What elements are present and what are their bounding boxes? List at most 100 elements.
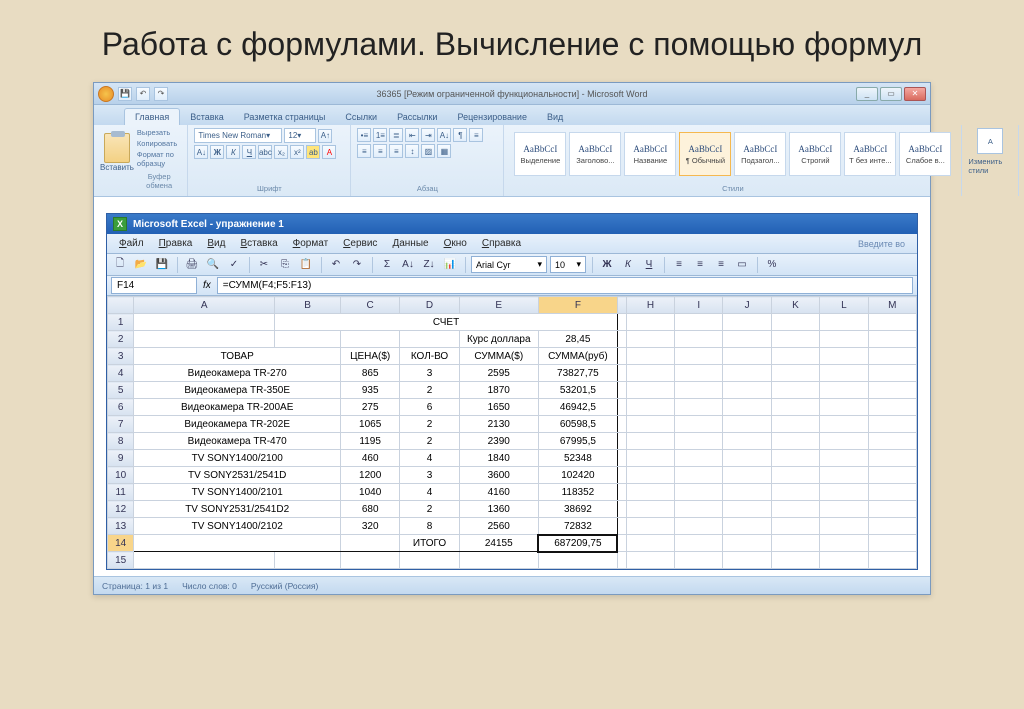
cell[interactable] <box>868 331 916 348</box>
cell[interactable] <box>723 467 771 484</box>
cell[interactable]: 460 <box>341 450 400 467</box>
cell[interactable]: 8 <box>400 518 459 535</box>
col-header[interactable]: F <box>538 297 617 314</box>
tab-insert[interactable]: Вставка <box>180 109 233 125</box>
row-header[interactable]: 7 <box>108 416 134 433</box>
minimize-button[interactable]: _ <box>856 87 878 101</box>
cell[interactable]: 935 <box>341 382 400 399</box>
chart-icon[interactable]: 📊 <box>441 256 459 274</box>
cell[interactable] <box>675 552 723 569</box>
cell[interactable] <box>723 382 771 399</box>
cell[interactable] <box>617 416 626 433</box>
copy-button[interactable]: Копировать <box>137 139 181 148</box>
change-styles-button[interactable]: A Изменить стили <box>968 128 1012 175</box>
cell[interactable] <box>675 501 723 518</box>
cell[interactable]: Курс доллара <box>459 331 538 348</box>
cell[interactable]: 38692 <box>538 501 617 518</box>
cell[interactable] <box>675 314 723 331</box>
office-button-icon[interactable] <box>98 86 114 102</box>
cell[interactable]: 1200 <box>341 467 400 484</box>
cell[interactable] <box>617 331 626 348</box>
cell[interactable] <box>538 552 617 569</box>
cell[interactable] <box>626 535 674 552</box>
print-icon[interactable]: 🖨 <box>183 256 201 274</box>
cell[interactable]: TV SONY1400/2100 <box>134 450 341 467</box>
row-header[interactable]: 8 <box>108 433 134 450</box>
align-left-button[interactable]: ≡ <box>469 128 483 142</box>
cell[interactable] <box>868 535 916 552</box>
cell[interactable] <box>868 552 916 569</box>
col-header[interactable]: J <box>723 297 771 314</box>
cell[interactable] <box>723 484 771 501</box>
cell[interactable] <box>626 331 674 348</box>
cell[interactable]: ЦЕНА($) <box>341 348 400 365</box>
cell[interactable] <box>341 331 400 348</box>
cell[interactable] <box>868 314 916 331</box>
cell[interactable]: ТОВАР <box>134 348 341 365</box>
cell[interactable]: 2 <box>400 416 459 433</box>
cell[interactable] <box>341 552 400 569</box>
cell[interactable] <box>820 331 868 348</box>
cell[interactable]: 1065 <box>341 416 400 433</box>
cell[interactable] <box>820 382 868 399</box>
redo-icon[interactable]: ↷ <box>348 256 366 274</box>
cell[interactable] <box>675 467 723 484</box>
qat-redo-icon[interactable]: ↷ <box>154 87 168 101</box>
cell[interactable]: 52348 <box>538 450 617 467</box>
cell[interactable] <box>820 348 868 365</box>
spell-icon[interactable]: ✓ <box>225 256 243 274</box>
cell[interactable]: 28,45 <box>538 331 617 348</box>
cell[interactable]: 2 <box>400 433 459 450</box>
cell[interactable]: 73827,75 <box>538 365 617 382</box>
cell[interactable] <box>626 518 674 535</box>
cell[interactable]: 2390 <box>459 433 538 450</box>
cell[interactable]: 1360 <box>459 501 538 518</box>
shading-button[interactable]: ▨ <box>421 144 435 158</box>
col-header[interactable]: M <box>868 297 916 314</box>
sort-button[interactable]: A↓ <box>437 128 451 142</box>
excel-menu-вставка[interactable]: Вставка <box>234 236 283 251</box>
cell[interactable]: СУММА(руб) <box>538 348 617 365</box>
cell[interactable] <box>626 501 674 518</box>
cell[interactable]: ИТОГО <box>400 535 459 552</box>
cell[interactable] <box>617 518 626 535</box>
style-tile[interactable]: AaBbCcIНазвание <box>624 132 676 176</box>
cell[interactable] <box>723 399 771 416</box>
cell[interactable] <box>820 535 868 552</box>
cell[interactable]: TV SONY1400/2102 <box>134 518 341 535</box>
tb-align-right-icon[interactable]: ≡ <box>712 256 730 274</box>
cell[interactable] <box>771 501 819 518</box>
tab-references[interactable]: Ссылки <box>335 109 387 125</box>
cell[interactable] <box>771 365 819 382</box>
cell[interactable]: 1840 <box>459 450 538 467</box>
cell[interactable] <box>723 365 771 382</box>
font-name-select[interactable]: Times New Roman ▾ <box>194 128 282 143</box>
font-color-button[interactable]: A <box>322 145 336 159</box>
cell[interactable] <box>868 365 916 382</box>
cell[interactable] <box>675 399 723 416</box>
cell[interactable] <box>617 501 626 518</box>
cell[interactable] <box>626 552 674 569</box>
cell[interactable]: 53201,5 <box>538 382 617 399</box>
cell[interactable] <box>771 382 819 399</box>
cell[interactable] <box>771 314 819 331</box>
tb-bold-button[interactable]: Ж <box>598 256 616 274</box>
toolbar-fontsize-select[interactable]: 10▾ <box>550 256 586 273</box>
fx-icon[interactable]: fx <box>203 280 211 291</box>
excel-menu-формат[interactable]: Формат <box>287 236 335 251</box>
cell[interactable] <box>459 552 538 569</box>
cell[interactable] <box>771 535 819 552</box>
cell[interactable]: 72832 <box>538 518 617 535</box>
cell[interactable]: КОЛ-ВО <box>400 348 459 365</box>
cell[interactable]: Видеокамера TR-270 <box>134 365 341 382</box>
row-header[interactable]: 14 <box>108 535 134 552</box>
cell[interactable] <box>134 331 275 348</box>
cell[interactable] <box>617 365 626 382</box>
save-icon[interactable]: 💾 <box>153 256 171 274</box>
row-header[interactable]: 3 <box>108 348 134 365</box>
bullets-button[interactable]: •≡ <box>357 128 371 142</box>
cell[interactable] <box>626 467 674 484</box>
cell[interactable] <box>820 416 868 433</box>
tb-underline-button[interactable]: Ч <box>640 256 658 274</box>
cell[interactable]: 102420 <box>538 467 617 484</box>
